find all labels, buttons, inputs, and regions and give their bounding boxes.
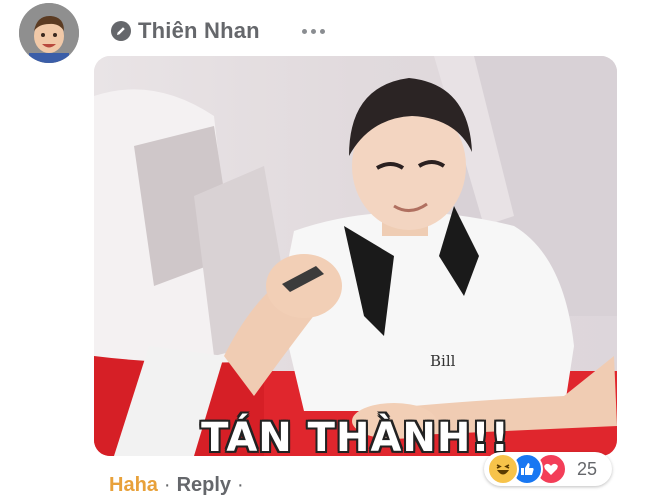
avatar[interactable]	[19, 3, 79, 63]
haha-icon	[487, 453, 519, 485]
more-options-icon[interactable]	[302, 23, 328, 39]
gif-attachment[interactable]: Bill TÁN THÀNH!!	[94, 56, 617, 456]
comment-author[interactable]: Thiên Nhan	[111, 17, 260, 45]
haha-reaction-button[interactable]: Haha	[109, 474, 158, 497]
separator: ·	[163, 473, 171, 496]
author-name[interactable]: Thiên Nhan	[138, 18, 260, 44]
reaction-count: 25	[577, 458, 598, 479]
separator: ·	[237, 473, 244, 496]
svg-text:Bill: Bill	[430, 352, 456, 370]
reply-button[interactable]: Reply	[177, 474, 231, 497]
gif-illustration: Bill	[94, 56, 617, 456]
gif-caption: TÁN THÀNH!!	[201, 415, 510, 456]
edit-pencil-icon	[111, 21, 131, 41]
comment-actions: Haha · Reply ·	[109, 472, 244, 498]
reactions-summary[interactable]: 25	[484, 452, 612, 486]
